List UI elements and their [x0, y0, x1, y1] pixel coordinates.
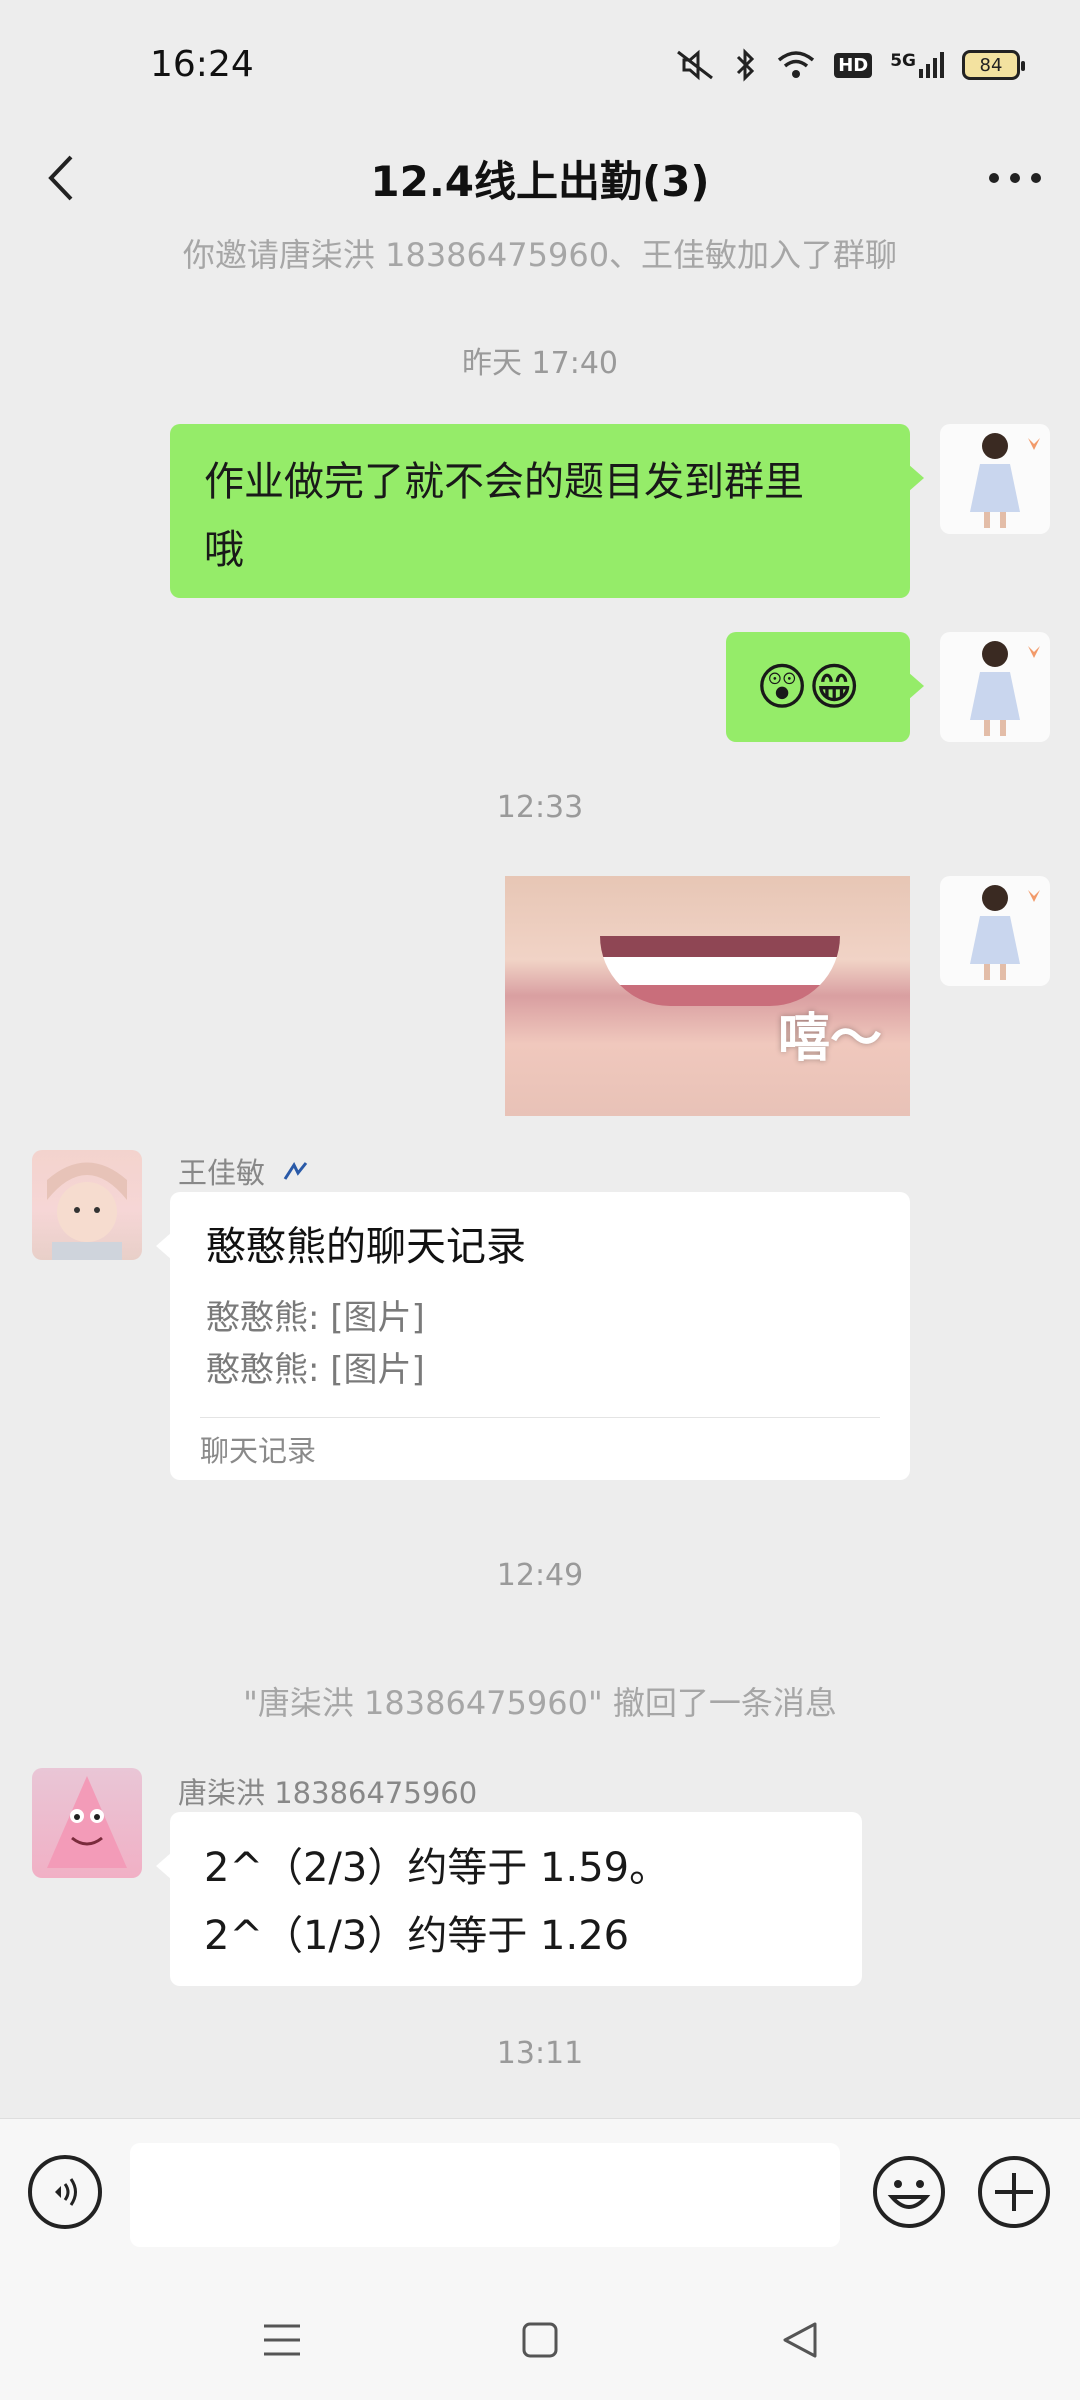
hd-icon: HD: [834, 52, 873, 78]
avatar-patrick-icon: [47, 1776, 127, 1868]
smiley-icon: [873, 2156, 945, 2228]
network-type-label: 5G: [890, 51, 916, 71]
more-dots-icon: [989, 173, 1041, 183]
avatar-baby-icon: [47, 1162, 127, 1260]
wifi-icon: [776, 49, 816, 81]
self-emoji-bubble[interactable]: 😲😁: [726, 632, 924, 742]
badge-icon: [283, 1161, 308, 1180]
square-icon: [522, 2322, 558, 2358]
chat-title: 12.4线上出勤(3): [370, 157, 710, 206]
signal-icon: 5G: [890, 51, 944, 79]
member-avatar-wang[interactable]: [32, 1150, 142, 1260]
recent-apps-button[interactable]: [252, 2310, 312, 2370]
chat-record-line: 憨憨熊: [图片]: [206, 1350, 425, 1390]
more-functions-button[interactable]: [975, 2153, 1053, 2231]
photo-caption: 嘻～: [777, 1009, 882, 1069]
recall-notice: "唐柒洪 18386475960" 撤回了一条消息: [243, 1684, 837, 1722]
timestamp: 13:11: [496, 2036, 584, 2071]
triangle-back-icon: [783, 2322, 817, 2358]
self-avatar[interactable]: [940, 632, 1050, 742]
message-text: 哦: [204, 527, 244, 573]
chat-record-title: 憨憨熊的聊天记录: [206, 1224, 526, 1270]
status-time: 16:24: [150, 44, 254, 85]
more-options-button[interactable]: [980, 148, 1050, 208]
member-avatar-tang[interactable]: [32, 1768, 142, 1878]
chat-record-card[interactable]: 憨憨熊的聊天记录 憨憨熊: [图片] 憨憨熊: [图片] 聊天记录: [156, 1192, 910, 1480]
system-back-button[interactable]: [770, 2310, 830, 2370]
chat-header: 12.4线上出勤(3): [0, 130, 1080, 230]
timestamp: 昨天 17:40: [462, 346, 618, 381]
message-text: 作业做完了就不会的题目发到群里: [204, 459, 804, 505]
photo-message[interactable]: 嘻～: [505, 876, 910, 1116]
chat-record-line: 憨憨熊: [图片]: [206, 1298, 425, 1338]
emoji-text: 😲😁: [756, 658, 861, 716]
sender-name-text: 王佳敏: [178, 1156, 266, 1190]
avatar-girl-icon: [970, 433, 1040, 528]
timestamp: 12:49: [496, 1558, 584, 1593]
status-bar: 16:24 HD 5G 84: [0, 0, 1080, 130]
battery-icon: 84: [962, 50, 1025, 80]
input-bar: [0, 2118, 1080, 2270]
emoji-button[interactable]: [870, 2153, 948, 2231]
timestamp: 12:33: [496, 790, 584, 825]
self-message-bubble[interactable]: 作业做完了就不会的题目发到群里 哦: [170, 424, 924, 598]
member-message-bubble[interactable]: 2^（2/3）约等于 1.59。 2^（1/3）约等于 1.26: [156, 1812, 862, 1986]
system-navigation-bar: [0, 2270, 1080, 2400]
avatar-girl-icon: [970, 885, 1040, 980]
battery-level: 84: [979, 54, 1003, 76]
self-avatar[interactable]: [940, 424, 1050, 534]
message-text: 2^（2/3）约等于 1.59。: [204, 1845, 670, 1891]
divider: [200, 1417, 880, 1418]
menu-icon: [264, 2324, 300, 2356]
message-text: 2^（1/3）约等于 1.26: [204, 1913, 630, 1959]
plus-icon: [978, 2156, 1050, 2228]
status-icons: HD 5G 84: [674, 48, 1025, 82]
message-input[interactable]: [130, 2143, 840, 2247]
voice-icon: [55, 2178, 77, 2206]
sender-name: 唐柒洪 18386475960: [178, 1776, 478, 1810]
home-button[interactable]: [510, 2310, 570, 2370]
mute-icon: [674, 48, 716, 82]
chat-record-footer: 聊天记录: [200, 1434, 317, 1468]
avatar-girl-icon: [970, 641, 1040, 736]
invite-notice: 你邀请唐柒洪 18386475960、王佳敏加入了群聊: [182, 236, 898, 274]
voice-input-button[interactable]: [28, 2155, 102, 2229]
bluetooth-icon: [734, 48, 758, 82]
sender-name: 王佳敏: [178, 1150, 310, 1192]
self-avatar[interactable]: [940, 876, 1050, 986]
